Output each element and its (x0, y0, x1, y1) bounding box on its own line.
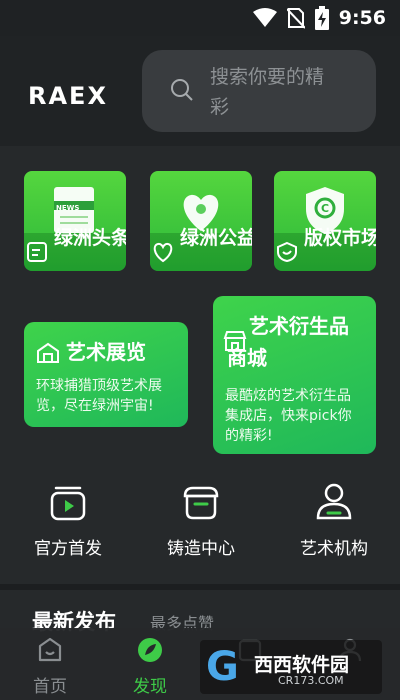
func-label: 官方首发 (34, 539, 102, 559)
nav-home[interactable]: 首页 (0, 628, 100, 700)
person-badge-icon (316, 483, 352, 520)
card-exhibition[interactable]: 艺术展览 环球捕猎顶级艺术展 览，尽在绿洲宇宙! (24, 322, 188, 427)
search-input[interactable]: 搜索你要的精 彩 (142, 50, 376, 132)
tile-news[interactable]: NEWS 绿洲头条 (24, 171, 126, 271)
watermark-url: CR173.COM (278, 674, 344, 687)
news-badge: NEWS (56, 204, 80, 212)
heart-outline-icon (153, 242, 173, 263)
func-label: 艺术机构 (300, 539, 368, 559)
card-title: 艺术展览 (66, 340, 146, 364)
museum-icon (37, 342, 59, 363)
tile-copyright[interactable]: C 版权市场 (274, 171, 376, 271)
tile-label: 绿洲公益 (180, 227, 252, 249)
card-derivative-mall[interactable]: 艺术衍生品 商城 最酷炫的艺术衍生品 集成店，快来pick你 的精彩! (213, 296, 376, 454)
card-title: 艺术衍生品 商城 (227, 314, 349, 370)
mint-pot-icon (183, 486, 219, 520)
app-logo: RAEX (28, 82, 108, 110)
func-art-institution[interactable]: 艺术机构 (274, 482, 394, 562)
status-bar: 9:56 (0, 0, 400, 36)
no-sim-icon (286, 8, 305, 29)
svg-text:C: C (321, 202, 329, 215)
header: RAEX 搜索你要的精 彩 (0, 36, 400, 146)
shield-check-icon (277, 241, 297, 263)
tile-charity[interactable]: 绿洲公益 (150, 171, 252, 271)
tile-label: 绿洲头条 (54, 227, 126, 249)
section-divider (0, 584, 400, 590)
nav-label: 首页 (33, 677, 67, 697)
wifi-icon (252, 8, 277, 27)
func-official-release[interactable]: 官方首发 (8, 482, 128, 562)
watermark: G 西西软件园 CR173.COM (200, 640, 382, 694)
nav-discover[interactable]: 发现 (100, 628, 200, 700)
card-desc: 最酷炫的艺术衍生品 集成店，快来pick你 的精彩! (225, 388, 352, 444)
watermark-text: 西西软件园 (254, 654, 350, 676)
status-time: 9:56 (338, 7, 386, 29)
card-desc: 环球捕猎顶级艺术展 览，尽在绿洲宇宙! (36, 378, 162, 414)
func-mint-center[interactable]: 铸造中心 (141, 482, 261, 562)
battery-charging-icon (314, 6, 329, 30)
video-stack-icon (50, 486, 86, 521)
nav-label: 发现 (133, 677, 167, 697)
search-icon (171, 79, 193, 101)
discover-icon (138, 638, 162, 662)
search-placeholder: 搜索你要的精 彩 (210, 66, 325, 118)
watermark-logo: G (206, 644, 239, 690)
notes-icon (27, 242, 47, 262)
func-label: 铸造中心 (167, 539, 235, 559)
home-icon (38, 637, 62, 662)
tile-label: 版权市场 (304, 227, 376, 249)
